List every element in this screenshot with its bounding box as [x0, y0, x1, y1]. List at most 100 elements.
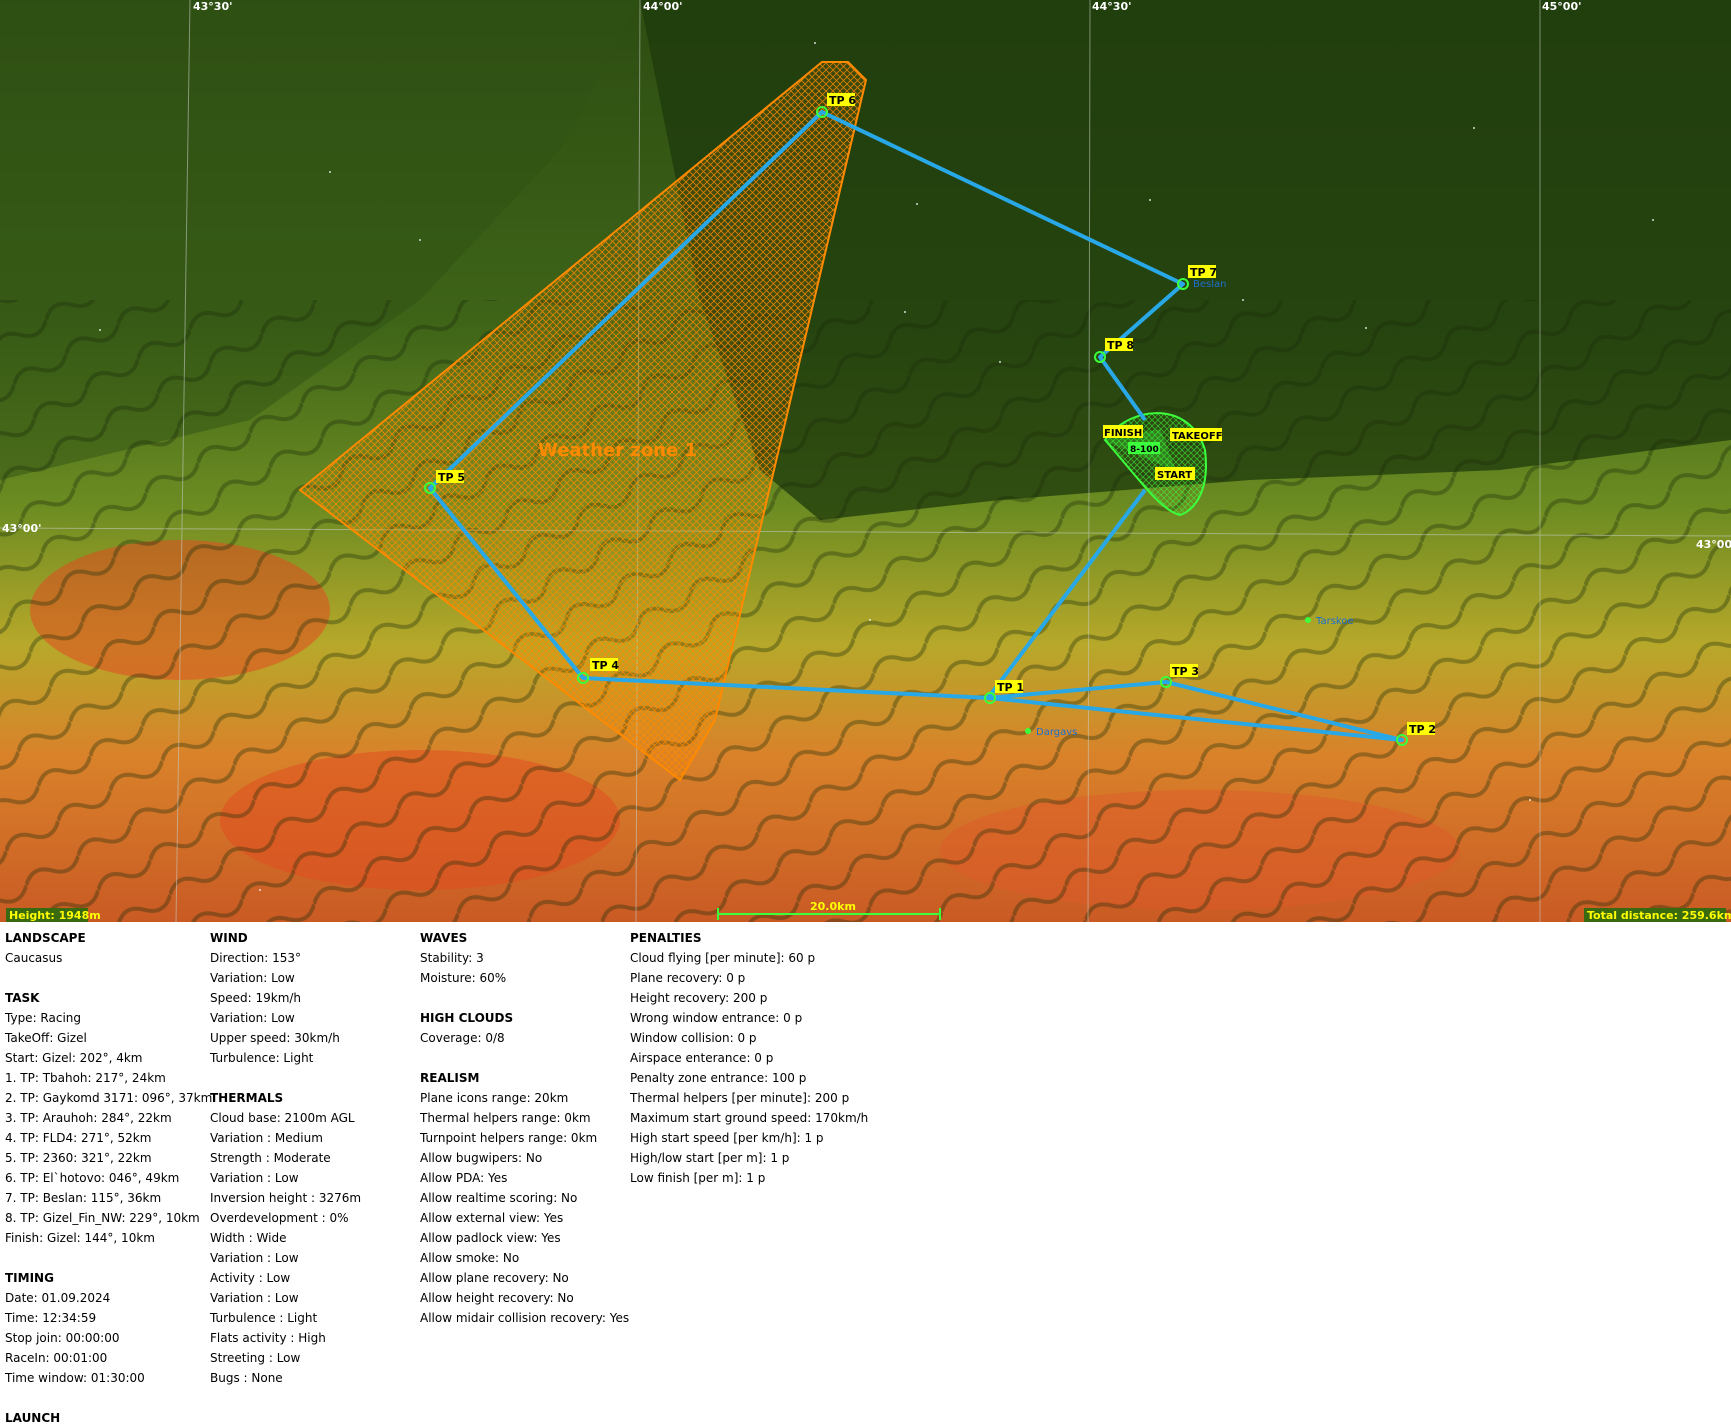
realism-line: Allow plane recovery: No — [420, 1271, 569, 1285]
timing-line: Date: 01.09.2024 — [5, 1291, 111, 1305]
thermals-line: Variation : Low — [210, 1171, 299, 1185]
thermals-line: Flats activity : High — [210, 1331, 326, 1345]
penalty-line: High start speed [per km/h]: 1 p — [630, 1131, 824, 1145]
thermals-line: Variation : Medium — [210, 1131, 323, 1145]
svg-text:START: START — [1157, 470, 1192, 481]
thermals-line: Variation : Low — [210, 1251, 299, 1265]
grid-label-top: 43°30' — [193, 0, 232, 13]
realism-line: Allow midair collision recovery: Yes — [420, 1311, 630, 1325]
weather-zone-label: Weather zone 1 — [538, 440, 697, 461]
realism-line: Turnpoint helpers range: 0km — [420, 1131, 598, 1145]
thermals-line: Variation : Low — [210, 1291, 299, 1305]
task-map[interactable]: 43°30' 44°00' 44°30' 45°00' 43°00' 43°00… — [0, 0, 1731, 922]
svg-text:TP 7: TP 7 — [1190, 266, 1217, 279]
tp-label: TP 3 — [1170, 664, 1199, 678]
task-line: 4. TP: FLD4: 271°, 52km — [5, 1131, 152, 1145]
scale-label: 20.0km — [810, 900, 856, 913]
thermals-line: Streeting : Low — [210, 1351, 301, 1365]
penalty-line: Airspace enterance: 0 p — [630, 1051, 774, 1065]
svg-text:FINISH: FINISH — [1104, 428, 1142, 439]
height-band-label: 8-100 — [1128, 442, 1160, 455]
svg-text:TP 3: TP 3 — [1172, 665, 1199, 678]
total-distance: Total distance: 259.6km — [1587, 909, 1731, 922]
thermals-line: Activity : Low — [210, 1271, 291, 1285]
ridge-texture — [0, 300, 1731, 922]
thermals-line: Cloud base: 2100m AGL — [210, 1111, 355, 1125]
finish-label: FINISH — [1103, 425, 1143, 439]
column-wind-thermals: WIND Direction: 153° Variation: Low Spee… — [210, 928, 361, 1388]
tp-label: TP 5 — [436, 470, 465, 484]
task-line: TakeOff: Gizel — [5, 1031, 87, 1045]
section-title: LAUNCH — [5, 1411, 61, 1425]
section-title: HIGH CLOUDS — [420, 1011, 514, 1025]
penalty-line: Plane recovery: 0 p — [630, 971, 746, 985]
map-canvas[interactable]: 43°30' 44°00' 44°30' 45°00' 43°00' 43°00… — [0, 0, 1731, 922]
svg-text:8-100: 8-100 — [1130, 445, 1159, 455]
tp-label: TP 4 — [590, 658, 619, 672]
grid-label-top: 44°00' — [643, 0, 682, 13]
penalty-line: Maximum start ground speed: 170km/h — [630, 1111, 869, 1125]
svg-text:TP 2: TP 2 — [1409, 723, 1436, 736]
thermals-line: Bugs : None — [210, 1371, 283, 1385]
svg-text:TP 5: TP 5 — [438, 471, 465, 484]
column-landscape-task: LANDSCAPE Caucasus TASK Type: Racing Tak… — [5, 928, 212, 1428]
thermals-line: Overdevelopment : 0% — [210, 1211, 349, 1225]
thermals-line: Turbulence : Light — [210, 1311, 318, 1325]
section-title: TASK — [5, 991, 40, 1005]
section-title: PENALTIES — [630, 931, 702, 945]
realism-line: Allow padlock view: Yes — [420, 1231, 561, 1245]
column-waves-realism: WAVES Stability: 3 Moisture: 60% HIGH CL… — [420, 928, 629, 1328]
task-line: 5. TP: 2360: 321°, 22km — [5, 1151, 152, 1165]
svg-text:TAKEOFF: TAKEOFF — [1172, 431, 1223, 442]
tp-label: TP 1 — [995, 680, 1024, 694]
grid-label-right: 43°00' — [1696, 538, 1731, 551]
svg-text:TP 1: TP 1 — [997, 681, 1024, 694]
penalty-line: Height recovery: 200 p — [630, 991, 768, 1005]
grid-label-top: 45°00' — [1542, 0, 1581, 13]
waves-line: Stability: 3 — [420, 951, 484, 965]
penalty-line: Thermal helpers [per minute]: 200 p — [630, 1091, 850, 1105]
timing-line: Stop join: 00:00:00 — [5, 1331, 120, 1345]
thermals-line: Inversion height : 3276m — [210, 1191, 362, 1205]
town-marker[interactable] — [1305, 617, 1311, 623]
start-label: START — [1155, 467, 1195, 481]
thermals-line: Width : Wide — [210, 1231, 287, 1245]
wind-line: Speed: 19km/h — [210, 991, 302, 1005]
penalty-line: Cloud flying [per minute]: 60 p — [630, 951, 816, 965]
task-line: 7. TP: Beslan: 115°, 36km — [5, 1191, 162, 1205]
realism-line: Allow external view: Yes — [420, 1211, 564, 1225]
town-label: Tarskoe — [1315, 616, 1354, 627]
timing-line: RaceIn: 00:01:00 — [5, 1351, 108, 1365]
wind-line: Upper speed: 30km/h — [210, 1031, 340, 1045]
section-title: THERMALS — [210, 1091, 284, 1105]
penalty-line: High/low start [per m]: 1 p — [630, 1151, 790, 1165]
svg-text:TP 4: TP 4 — [592, 659, 619, 672]
realism-line: Allow height recovery: No — [420, 1291, 574, 1305]
town-marker[interactable] — [1025, 728, 1031, 734]
task-line: Type: Racing — [5, 1011, 82, 1025]
grid-label-left: 43°00' — [2, 522, 41, 535]
realism-line: Allow PDA: Yes — [420, 1171, 508, 1185]
realism-line: Allow bugwipers: No — [420, 1151, 543, 1165]
section-title: REALISM — [420, 1071, 480, 1085]
penalty-line: Window collision: 0 p — [630, 1031, 757, 1045]
realism-line: Allow realtime scoring: No — [420, 1191, 578, 1205]
grid-label-top: 44°30' — [1092, 0, 1131, 13]
task-info-panel: LANDSCAPE Caucasus TASK Type: Racing Tak… — [0, 922, 1731, 1425]
tp-label: TP 6 — [827, 93, 856, 107]
section-title: WIND — [210, 931, 248, 945]
task-line: Start: Gizel: 202°, 4km — [5, 1051, 143, 1065]
landscape-value: Caucasus — [5, 951, 63, 965]
wind-line: Variation: Low — [210, 1011, 295, 1025]
height-readout: Height: 1948m — [9, 909, 101, 922]
takeoff-label: TAKEOFF — [1170, 428, 1223, 442]
high-clouds-line: Coverage: 0/8 — [420, 1031, 505, 1045]
tp-label: TP 8 — [1105, 338, 1134, 352]
realism-line: Thermal helpers range: 0km — [420, 1111, 591, 1125]
svg-text:TP 8: TP 8 — [1107, 339, 1134, 352]
wind-line: Turbulence: Light — [210, 1051, 314, 1065]
penalty-line: Penalty zone entrance: 100 p — [630, 1071, 807, 1085]
task-line: 1. TP: Tbahoh: 217°, 24km — [5, 1071, 166, 1085]
tp-label: TP 7 — [1188, 265, 1217, 279]
section-title: WAVES — [420, 931, 468, 945]
